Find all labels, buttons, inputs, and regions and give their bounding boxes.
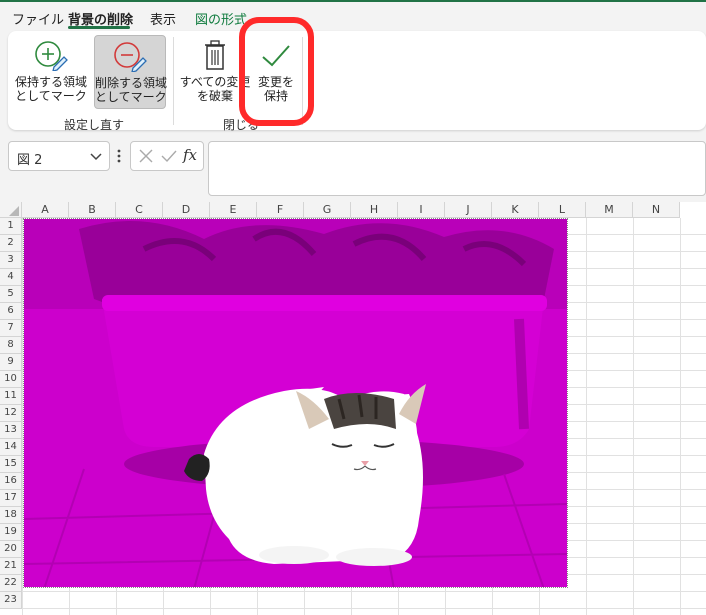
- row-header[interactable]: 7: [0, 320, 22, 337]
- row-header[interactable]: 17: [0, 490, 22, 507]
- row-header[interactable]: 3: [0, 252, 22, 269]
- ribbon: 保持する領域 としてマーク 削除する領域 としてマーク 設定し直す すべての変更…: [8, 31, 706, 132]
- picture-object[interactable]: [23, 218, 568, 588]
- row-header[interactable]: 14: [0, 439, 22, 456]
- row-header[interactable]: 22: [0, 575, 22, 592]
- row-header[interactable]: 20: [0, 541, 22, 558]
- plus-pencil-icon: [35, 41, 68, 71]
- column-header[interactable]: I: [398, 202, 445, 218]
- red-highlight-annotation: [239, 17, 314, 126]
- column-header[interactable]: H: [351, 202, 398, 218]
- column-header[interactable]: K: [492, 202, 539, 218]
- column-header[interactable]: L: [539, 202, 586, 218]
- column-header[interactable]: F: [257, 202, 304, 218]
- select-all-triangle-icon: [9, 206, 19, 216]
- row-header[interactable]: 12: [0, 405, 22, 422]
- enter-check-icon[interactable]: [160, 148, 178, 164]
- column-header[interactable]: A: [22, 202, 69, 218]
- insert-function-icon[interactable]: fx: [183, 146, 197, 164]
- formula-input[interactable]: [208, 141, 706, 196]
- row-header[interactable]: 21: [0, 558, 22, 575]
- row-header[interactable]: 1: [0, 218, 22, 235]
- trash-icon: [205, 40, 225, 70]
- column-header[interactable]: E: [210, 202, 257, 218]
- group-divider: [173, 37, 174, 125]
- column-header[interactable]: N: [633, 202, 680, 218]
- group-label-refine: 設定し直す: [64, 118, 125, 132]
- name-box[interactable]: 図 2: [8, 141, 110, 171]
- column-header[interactable]: G: [304, 202, 351, 218]
- cat-photo: [24, 219, 567, 587]
- tab-picture-format[interactable]: 図の形式: [195, 9, 247, 28]
- row-header[interactable]: 4: [0, 269, 22, 286]
- column-header[interactable]: C: [116, 202, 163, 218]
- row-header[interactable]: 11: [0, 388, 22, 405]
- cancel-icon[interactable]: [138, 148, 154, 164]
- formula-controls: fx: [130, 141, 204, 171]
- row-header[interactable]: 5: [0, 286, 22, 303]
- row-header[interactable]: 10: [0, 371, 22, 388]
- row-header[interactable]: 19: [0, 524, 22, 541]
- row-header[interactable]: 18: [0, 507, 22, 524]
- column-header[interactable]: D: [163, 202, 210, 218]
- menu-bar: ファイル 背景の削除 表示 図の形式: [0, 2, 706, 30]
- tab-file[interactable]: ファイル: [12, 9, 64, 28]
- mark-remove-button[interactable]: 削除する領域 としてマーク: [94, 35, 167, 109]
- row-header[interactable]: 6: [0, 303, 22, 320]
- minus-pencil-icon: [114, 42, 147, 72]
- select-all-corner[interactable]: [0, 202, 22, 218]
- row-header[interactable]: 13: [0, 422, 22, 439]
- tab-view[interactable]: 表示: [150, 9, 176, 28]
- row-header[interactable]: 8: [0, 337, 22, 354]
- row-header[interactable]: 23: [0, 592, 22, 609]
- row-header[interactable]: 15: [0, 456, 22, 473]
- column-header[interactable]: M: [586, 202, 633, 218]
- row-header[interactable]: 2: [0, 235, 22, 252]
- row-header[interactable]: 16: [0, 473, 22, 490]
- row-header[interactable]: 9: [0, 354, 22, 371]
- column-header[interactable]: B: [69, 202, 116, 218]
- chevron-down-icon: [90, 153, 102, 161]
- mark-keep-button[interactable]: 保持する領域 としてマーク: [12, 35, 90, 109]
- more-options-icon[interactable]: [117, 148, 121, 164]
- active-tab-indicator: [68, 26, 130, 29]
- column-header[interactable]: J: [445, 202, 492, 218]
